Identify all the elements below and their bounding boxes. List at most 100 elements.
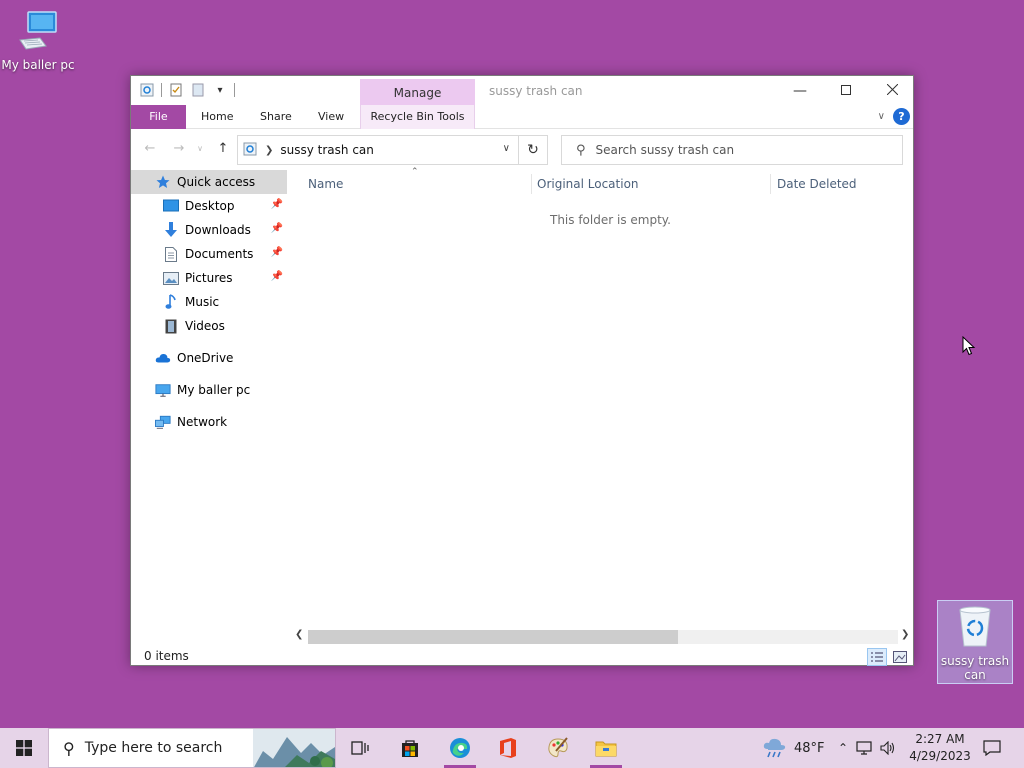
close-button[interactable] [869, 76, 915, 105]
system-clock[interactable]: 2:27 AM 4/29/2023 [908, 731, 972, 765]
qat-divider [234, 83, 235, 97]
breadcrumb[interactable]: sussy trash can [280, 143, 374, 157]
ribbon-controls: ∨ ? [878, 108, 910, 125]
horizontal-scrollbar[interactable]: ❮ ❯ [291, 628, 913, 646]
desktop-icon-label: sussy trash can [940, 654, 1010, 682]
sidebar-item-documents[interactable]: Documents 📌 [131, 242, 287, 266]
scroll-left-icon[interactable]: ❮ [295, 629, 303, 640]
sidebar-item-my-pc[interactable]: My baller pc [131, 378, 287, 402]
tab-file[interactable]: File [131, 105, 186, 129]
address-bar[interactable]: ❯ sussy trash can ∨ [237, 135, 519, 165]
address-dropdown-icon[interactable]: ∨ [503, 143, 510, 154]
customize-qat-icon[interactable]: ▾ [212, 82, 228, 98]
taskbar-paint-button[interactable] [534, 728, 582, 768]
taskbar-file-explorer-button[interactable] [582, 728, 630, 768]
column-divider[interactable] [531, 174, 532, 194]
taskbar-search-text: Type here to search [84, 740, 223, 756]
title-bar: ▾ Manage sussy trash can — [131, 76, 913, 105]
taskbar: ⚲ Type here to search 48°F ⌃ 2:27 AM 4/2… [0, 728, 1024, 768]
search-input[interactable] [595, 143, 876, 157]
close-icon [886, 83, 898, 99]
large-icons-view-button[interactable] [890, 648, 910, 666]
minimize-button[interactable]: — [777, 76, 823, 105]
computer-icon [155, 382, 171, 398]
pin-icon: 📌 [270, 199, 283, 210]
paint-palette-icon [548, 737, 568, 758]
star-icon [155, 174, 171, 190]
new-folder-icon[interactable] [190, 82, 206, 98]
help-icon[interactable]: ? [893, 108, 910, 125]
forward-arrow-icon[interactable]: → [169, 139, 189, 159]
large-icons-view-icon [893, 651, 907, 663]
taskbar-store-button[interactable] [386, 728, 434, 768]
search-highlight-art-icon [253, 729, 335, 767]
sidebar-item-desktop[interactable]: Desktop 📌 [131, 194, 287, 218]
sidebar-item-label: Network [177, 415, 228, 429]
task-view-icon [351, 741, 369, 755]
qat-divider [161, 83, 162, 97]
details-view-button[interactable] [867, 648, 887, 666]
sidebar-item-pictures[interactable]: Pictures 📌 [131, 266, 287, 290]
network-status-icon[interactable] [856, 741, 872, 755]
recycle-bin-small-icon[interactable] [139, 82, 155, 98]
taskbar-office-button[interactable] [484, 728, 532, 768]
file-explorer-folder-icon [595, 741, 617, 757]
pin-icon: 📌 [270, 271, 283, 282]
weather-rain-icon [763, 738, 786, 758]
ribbon-tab-bar: File Home Share View Recycle Bin Tools ∨… [131, 105, 913, 129]
clock-date: 4/29/2023 [909, 749, 971, 763]
volume-icon[interactable] [880, 741, 896, 755]
scroll-right-icon[interactable]: ❯ [901, 629, 909, 640]
sidebar-item-label: Desktop [185, 199, 235, 213]
taskbar-search-box[interactable]: ⚲ Type here to search [48, 728, 336, 768]
recent-locations-chevron-icon[interactable]: ∨ [193, 139, 207, 159]
tab-home[interactable]: Home [187, 105, 247, 129]
file-list: ⌃ Name Original Location Date Deleted Th… [291, 167, 913, 640]
back-arrow-icon[interactable]: ← [140, 139, 160, 159]
properties-icon[interactable] [168, 82, 184, 98]
pin-icon: 📌 [270, 247, 283, 258]
explorer-window: ▾ Manage sussy trash can — File Home Sha… [130, 75, 914, 666]
task-view-button[interactable] [336, 728, 384, 768]
sidebar-item-videos[interactable]: Videos [131, 314, 287, 338]
sidebar-item-music[interactable]: Music [131, 290, 287, 314]
desktop-icon-recycle-bin[interactable]: sussy trash can [937, 600, 1013, 684]
notification-center-button[interactable] [980, 728, 1004, 768]
search-icon: ⚲ [576, 142, 586, 158]
column-divider[interactable] [770, 174, 771, 194]
column-header-name[interactable]: Name [308, 177, 343, 191]
sidebar-item-downloads[interactable]: Downloads 📌 [131, 218, 287, 242]
sidebar-item-label: Videos [185, 319, 225, 333]
taskbar-edge-button[interactable] [436, 728, 484, 768]
sidebar-item-label: Pictures [185, 271, 233, 285]
column-header-date-deleted[interactable]: Date Deleted [777, 177, 857, 191]
sidebar-item-network[interactable]: Network [131, 410, 287, 434]
tab-view[interactable]: View [304, 105, 358, 129]
breadcrumb-chevron-icon[interactable]: ❯ [265, 145, 273, 156]
start-button[interactable] [0, 728, 48, 768]
up-arrow-icon[interactable]: ↑ [213, 139, 233, 159]
scrollbar-thumb[interactable] [308, 630, 678, 644]
sidebar-item-label: Quick access [177, 175, 256, 189]
tab-share[interactable]: Share [246, 105, 306, 129]
expand-ribbon-icon[interactable]: ∨ [878, 111, 885, 122]
refresh-button[interactable]: ↻ [518, 135, 548, 165]
weather-widget[interactable]: 48°F [762, 728, 825, 768]
maximize-button[interactable] [823, 76, 869, 105]
sidebar-item-onedrive[interactable]: OneDrive [131, 346, 287, 370]
sidebar-item-quick-access[interactable]: Quick access [131, 170, 287, 194]
maximize-icon [841, 83, 851, 99]
desktop-icon-my-pc[interactable]: My baller pc [0, 8, 76, 72]
tab-recycle-bin-tools[interactable]: Recycle Bin Tools [360, 105, 475, 129]
scrollbar-track[interactable] [308, 630, 898, 644]
show-hidden-icons-chevron-icon[interactable]: ⌃ [838, 741, 848, 755]
film-icon [163, 318, 179, 334]
column-header-original-location[interactable]: Original Location [537, 177, 639, 191]
sort-indicator-icon: ⌃ [411, 167, 419, 177]
desktop-icon-label: My baller pc [1, 58, 75, 72]
pin-icon: 📌 [270, 223, 283, 234]
office-icon [500, 738, 516, 758]
desktop-folder-icon [163, 198, 179, 214]
quick-access-toolbar: ▾ [139, 82, 235, 98]
cloud-icon [155, 350, 171, 366]
